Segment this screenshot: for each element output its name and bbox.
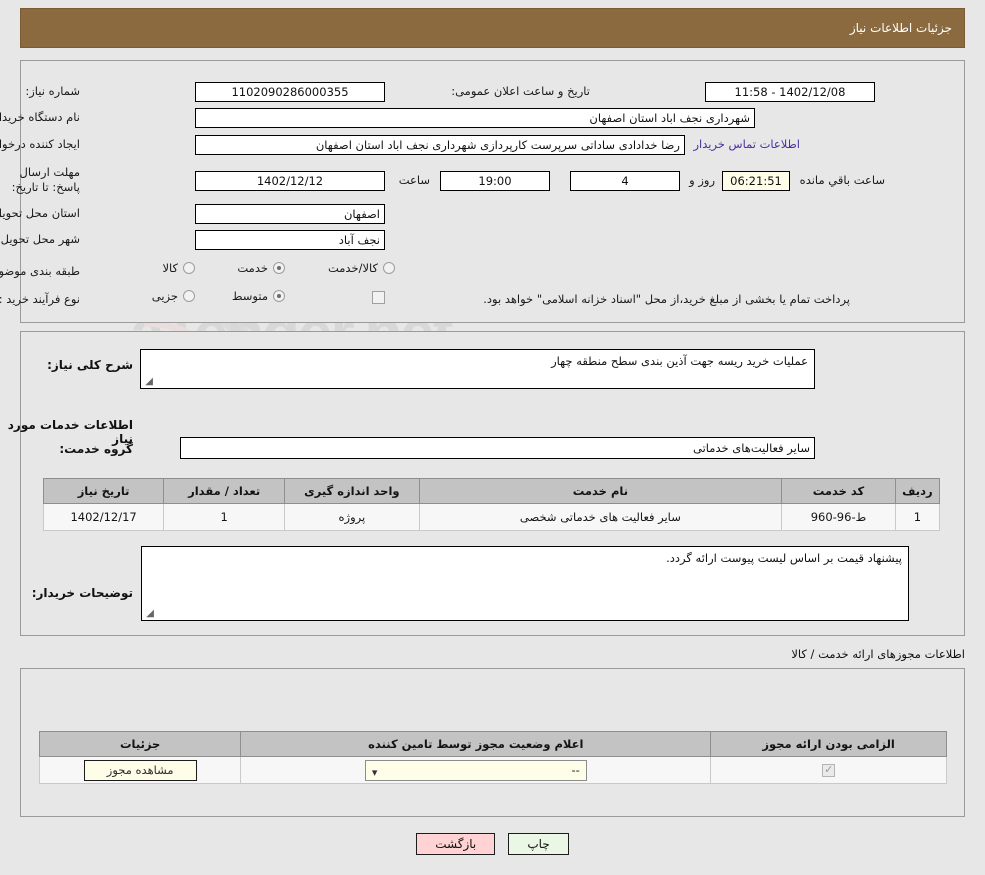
td-row-number: 1 xyxy=(894,503,941,531)
td-unit: پروژه xyxy=(284,503,420,531)
td-service-name: سایر فعالیت های خدماتی شخصی xyxy=(418,503,783,531)
remaining-days-label: روز و xyxy=(689,173,715,187)
summary-label: شرح کلی نیاز: xyxy=(47,358,133,372)
radio-process-motavasset[interactable]: متوسط xyxy=(232,289,285,303)
buyer-org-value: شهرداری نجف اباد استان اصفهان xyxy=(195,108,755,128)
th-need-date: تاریخ نیاز xyxy=(42,478,165,504)
radio-dot-khedmat xyxy=(273,262,285,274)
radio-label-jozi: جزیی xyxy=(151,289,178,303)
page-title: جزئیات اطلاعات نیاز xyxy=(20,8,965,48)
td-permit-details: مشاهده مجوز xyxy=(38,756,242,784)
th-unit: واحد اندازه گیری xyxy=(284,478,420,504)
radio-label-khedmat: خدمت xyxy=(237,261,268,275)
delivery-province-label: استان محل تحویل: xyxy=(0,206,80,220)
need-number-value: 1102090286000355 xyxy=(195,82,385,102)
th-service-code: کد خدمت xyxy=(781,478,896,504)
th-quantity: تعداد / مقدار xyxy=(163,478,286,504)
delivery-province-value: اصفهان xyxy=(195,204,385,224)
radio-dot-motavasset xyxy=(273,290,285,302)
purchase-process-label: نوع فرآیند خرید : xyxy=(0,292,80,306)
permits-heading: اطلاعات مجوزهای ارائه خدمت / کالا xyxy=(791,647,965,661)
summary-textarea[interactable]: عملیات خرید ریسه جهت آذین بندی سطح منطقه… xyxy=(140,349,815,389)
th-permit-required: الزامی بودن ارائه مجوز xyxy=(710,731,947,757)
table-header-row: ردیف کد خدمت نام خدمت واحد اندازه گیری ت… xyxy=(42,478,941,504)
request-creator-value: رضا خدادادی ساداتی سرپرست کارپردازی شهرد… xyxy=(195,135,685,155)
permits-row: ▾ -- مشاهده مجوز xyxy=(38,756,947,784)
td-permit-status: ▾ -- xyxy=(240,756,712,784)
permits-header-row: الزامی بودن ارائه مجوز اعلام وضعیت مجوز … xyxy=(38,731,947,757)
resize-grip-icon-notes[interactable]: ◢ xyxy=(144,609,154,619)
td-need-date: 1402/12/17 xyxy=(42,503,165,531)
radio-category-kala-khedmat[interactable]: کالا/خدمت xyxy=(328,261,395,275)
deadline-time-value: 19:00 xyxy=(440,171,550,191)
table-row: 1 ط-96-960 سایر فعالیت های خدماتی شخصی پ… xyxy=(42,503,941,531)
footer-actions: بازگشت چاپ xyxy=(0,833,985,855)
radio-dot-kala xyxy=(183,262,195,274)
resize-grip-icon[interactable]: ◢ xyxy=(143,377,153,387)
delivery-city-label: شهر محل تحویل: xyxy=(0,232,80,246)
td-quantity: 1 xyxy=(163,503,286,531)
radio-dot-kala-khedmat xyxy=(383,262,395,274)
remaining-time-value: 06:21:51 xyxy=(722,171,790,191)
request-creator-label: ایجاد کننده درخواست: xyxy=(0,137,80,151)
tender-details-page: aTender.net atender.ir ⤵ W جزئیات اطلاعا… xyxy=(0,0,985,875)
permit-status-value: -- xyxy=(571,762,580,777)
buyer-contact-link[interactable]: اطلاعات تماس خریدار xyxy=(693,137,800,151)
treasury-docs-text: پرداخت تمام یا بخشی از مبلغ خرید،از محل … xyxy=(483,292,850,306)
deadline-date-value: 1402/12/12 xyxy=(195,171,385,191)
services-table: ردیف کد خدمت نام خدمت واحد اندازه گیری ت… xyxy=(42,478,941,531)
buyer-notes-textarea[interactable]: پیشنهاد قیمت بر اساس لیست پیوست ارائه گر… xyxy=(141,546,909,621)
treasury-docs-checkbox[interactable] xyxy=(372,291,385,304)
th-permit-status: اعلام وضعیت مجوز توسط تامین کننده xyxy=(240,731,712,757)
radio-category-khedmat[interactable]: خدمت xyxy=(237,261,285,275)
remaining-days-value: 4 xyxy=(570,171,680,191)
th-permit-details: جزئیات xyxy=(38,731,242,757)
td-permit-required xyxy=(710,756,947,784)
buyer-org-label: نام دستگاه خریدار: xyxy=(0,110,80,124)
radio-label-kala: کالا xyxy=(162,261,178,275)
td-service-code: ط-96-960 xyxy=(781,503,896,531)
permit-required-checkbox xyxy=(822,763,836,777)
buyer-notes-text: پیشنهاد قیمت بر اساس لیست پیوست ارائه گر… xyxy=(666,551,902,565)
deadline-hour-label: ساعت xyxy=(398,173,430,187)
announce-datetime-label: تاریخ و ساعت اعلان عمومی: xyxy=(451,84,590,98)
radio-label-motavasset: متوسط xyxy=(231,289,268,303)
permits-table: الزامی بودن ارائه مجوز اعلام وضعیت مجوز … xyxy=(38,731,947,784)
subject-category-label: طبقه بندی موضوعی: xyxy=(0,264,80,278)
summary-text: عملیات خرید ریسه جهت آذین بندی سطح منطقه… xyxy=(551,354,808,368)
radio-label-kala-khedmat: کالا/خدمت xyxy=(327,261,378,275)
back-button[interactable]: بازگشت xyxy=(416,833,496,855)
delivery-city-value: نجف آباد xyxy=(195,230,385,250)
buyer-notes-label: توضیحات خریدار: xyxy=(31,586,133,600)
print-button[interactable]: چاپ xyxy=(508,833,569,855)
response-deadline-label: مهلت ارسال پاسخ: تا تاریخ: xyxy=(11,165,80,194)
permit-status-select[interactable]: ▾ -- xyxy=(364,759,587,781)
need-number-label: شماره نیاز: xyxy=(25,84,80,98)
remaining-hours-label: ساعت باقي مانده xyxy=(799,173,885,187)
announce-datetime-value: 1402/12/08 - 11:58 xyxy=(705,82,875,102)
chevron-down-icon: ▾ xyxy=(371,765,378,779)
view-permit-button[interactable]: مشاهده مجوز xyxy=(83,759,197,781)
radio-process-jozi[interactable]: جزیی xyxy=(152,289,195,303)
radio-category-kala[interactable]: کالا xyxy=(162,261,195,275)
radio-dot-jozi xyxy=(183,290,195,302)
th-row-number: ردیف xyxy=(894,478,941,504)
service-group-value: سایر فعالیت‌های خدماتی xyxy=(180,437,815,459)
service-group-label: گروه خدمت: xyxy=(59,442,133,456)
th-service-name: نام خدمت xyxy=(418,478,783,504)
